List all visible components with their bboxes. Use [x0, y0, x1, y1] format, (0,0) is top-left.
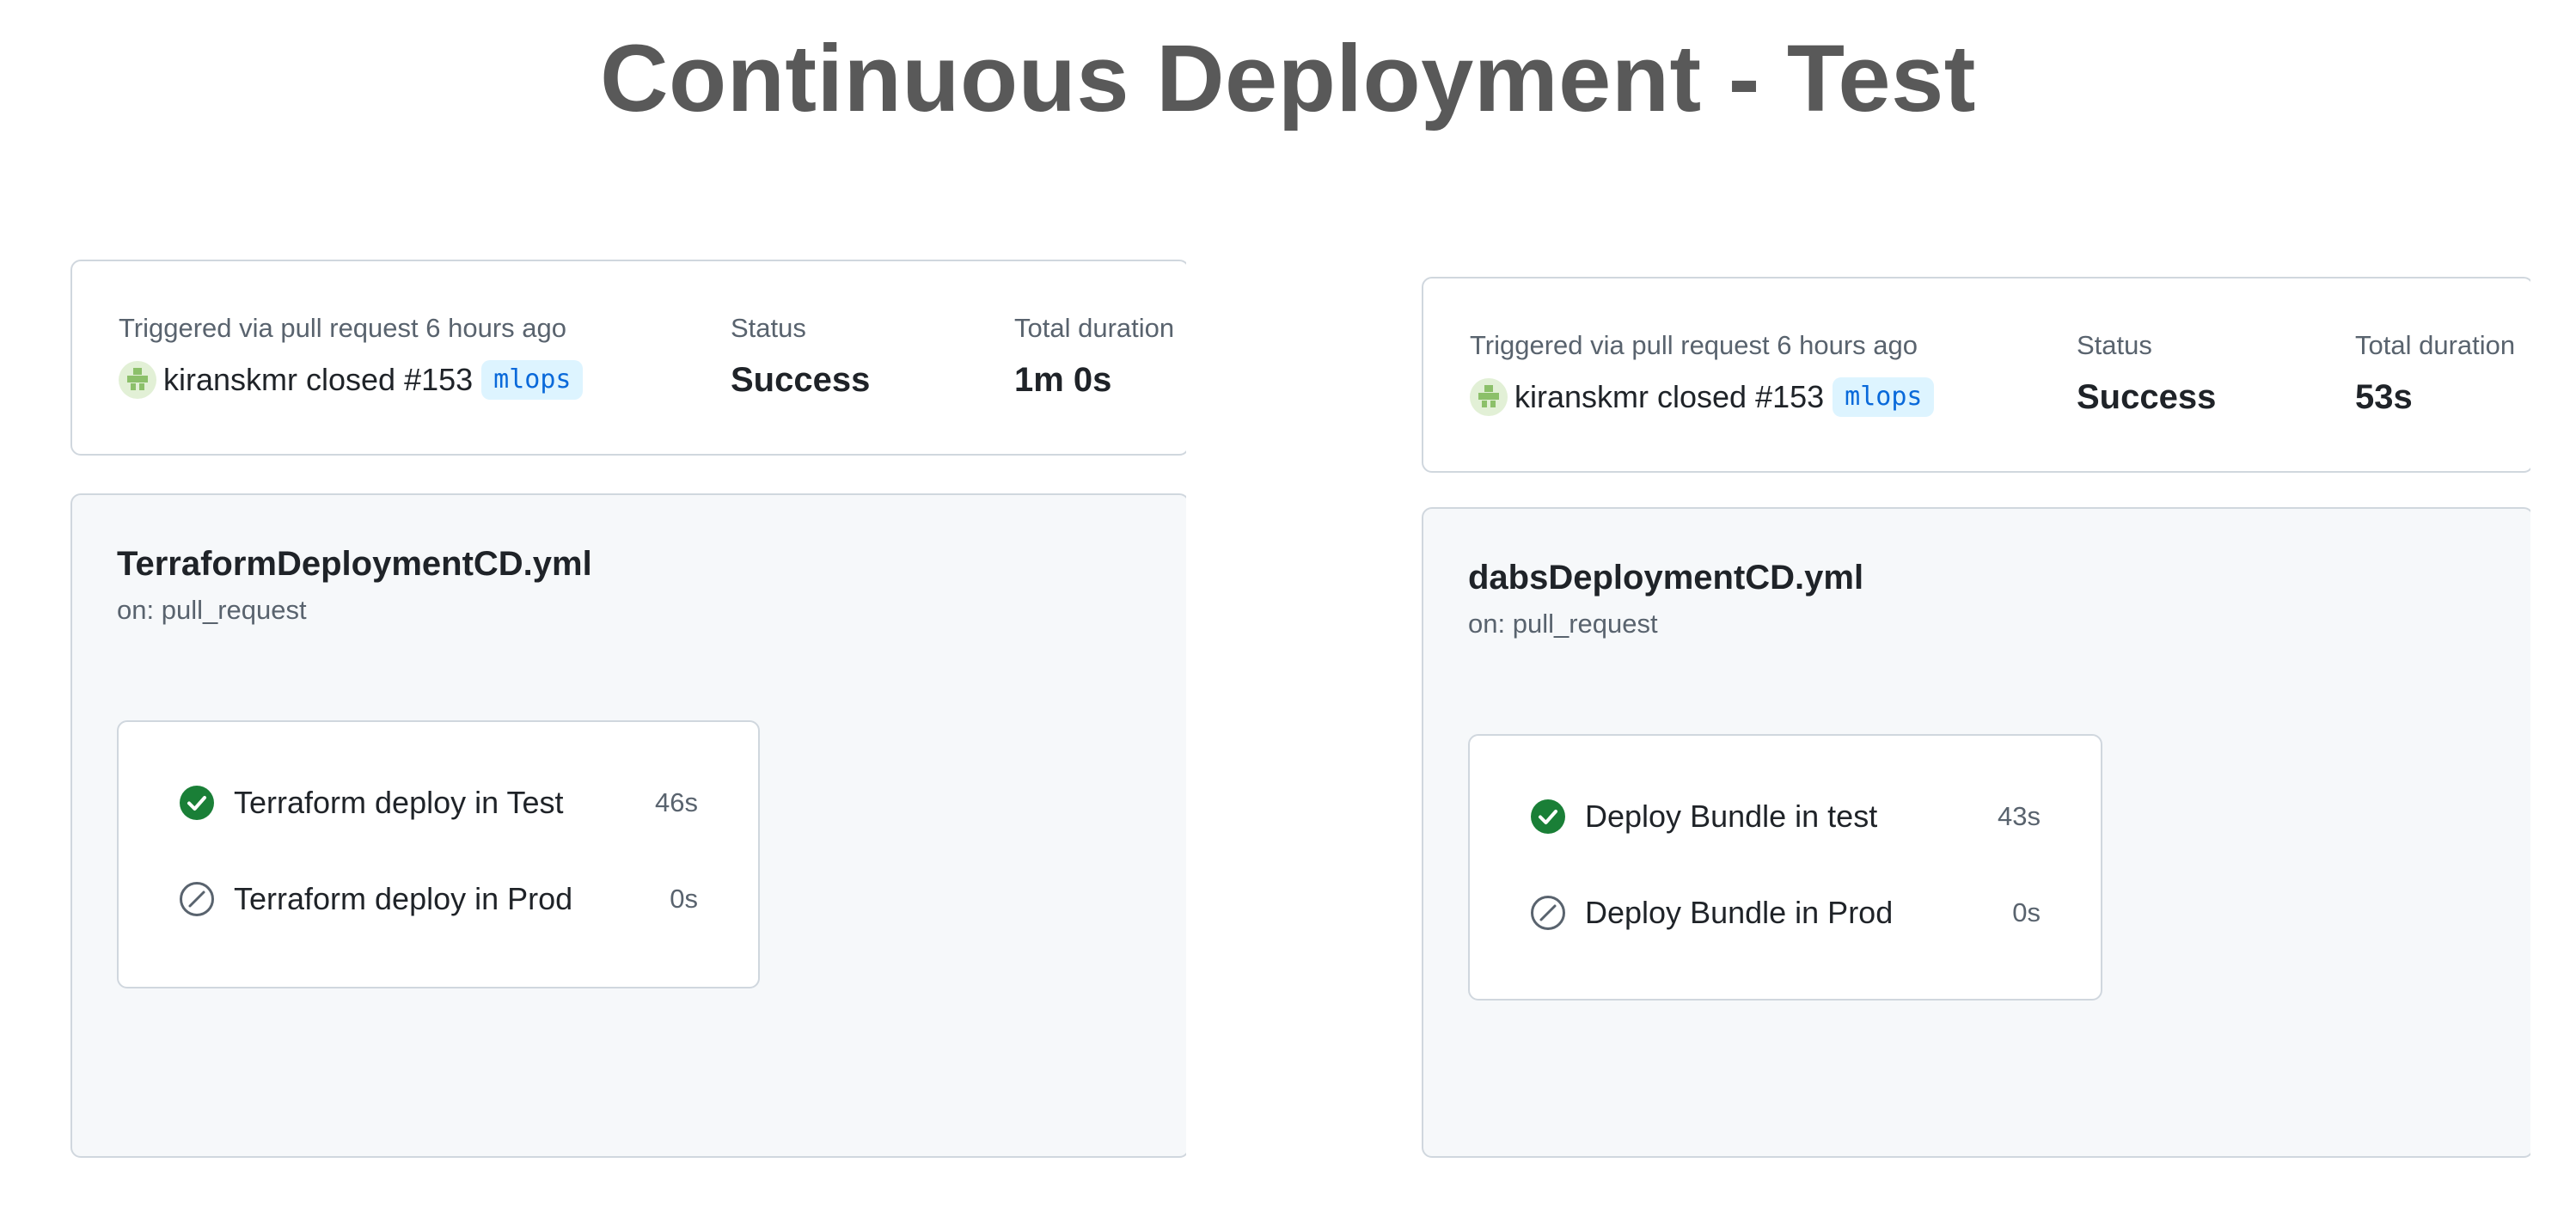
check-circle-icon	[180, 786, 214, 820]
actor-link[interactable]: kiranskmr closed #153	[163, 362, 473, 398]
run-summary: Triggered via pull request 6 hours ago k…	[70, 260, 1186, 456]
status-value: Success	[2077, 378, 2217, 416]
workflow-name[interactable]: TerraformDeploymentCD.yml	[117, 545, 592, 584]
workflow-trigger: on: pull_request	[1468, 609, 1658, 639]
workflow-graph: dabsDeploymentCD.yml on: pull_request De…	[1422, 507, 2530, 1158]
run-panel-terraform: Triggered via pull request 6 hours ago k…	[70, 260, 1186, 1158]
identicon-icon	[1478, 385, 1499, 407]
avatar[interactable]	[1470, 378, 1508, 416]
job-item[interactable]: Terraform deploy in Test 46s	[179, 779, 698, 827]
job-duration: 43s	[1998, 801, 2041, 831]
skipped-icon	[1531, 896, 1565, 930]
status-column: Status Success	[2077, 327, 2216, 423]
job-name: Terraform deploy in Test	[234, 785, 564, 820]
trigger-column: Triggered via pull request 6 hours ago k…	[119, 309, 584, 406]
skipped-icon	[180, 882, 214, 916]
workflow-graph: TerraformDeploymentCD.yml on: pull_reque…	[70, 493, 1186, 1158]
job-item[interactable]: Terraform deploy in Prod 0s	[179, 875, 698, 923]
status-label: Status	[2077, 330, 2152, 360]
triggered-label: Triggered via pull request 6 hours ago	[119, 313, 566, 343]
duration-column: Total duration 53s	[2355, 327, 2515, 423]
job-name: Deploy Bundle in Prod	[1585, 895, 1894, 930]
duration-value: 1m 0s	[1014, 361, 1112, 399]
check-circle-icon	[1531, 799, 1565, 834]
job-name: Deploy Bundle in test	[1585, 799, 1878, 834]
job-group: Deploy Bundle in test 43s Deploy Bundle …	[1468, 734, 2102, 1001]
job-item[interactable]: Deploy Bundle in test 43s	[1530, 793, 2041, 841]
workflow-name[interactable]: dabsDeploymentCD.yml	[1468, 559, 1863, 597]
branch-badge[interactable]: mlops	[1833, 377, 1935, 417]
run-summary: Triggered via pull request 6 hours ago k…	[1422, 277, 2530, 473]
workflow-trigger: on: pull_request	[117, 595, 307, 625]
identicon-icon	[127, 368, 148, 390]
job-duration: 0s	[670, 884, 698, 914]
triggered-label: Triggered via pull request 6 hours ago	[1470, 330, 1918, 360]
run-panel-dabs: Triggered via pull request 6 hours ago k…	[1422, 277, 2530, 1158]
status-column: Status Success	[731, 309, 870, 406]
status-label: Status	[731, 313, 806, 343]
branch-badge[interactable]: mlops	[481, 360, 584, 400]
status-value: Success	[731, 361, 871, 399]
duration-label: Total duration	[1014, 313, 1175, 343]
duration-column: Total duration 1m 0s	[1014, 309, 1174, 406]
job-group: Terraform deploy in Test 46s Terraform d…	[117, 720, 760, 988]
duration-value: 53s	[2355, 378, 2413, 416]
trigger-column: Triggered via pull request 6 hours ago k…	[1470, 327, 1935, 423]
job-item[interactable]: Deploy Bundle in Prod 0s	[1530, 889, 2041, 937]
job-duration: 0s	[2012, 897, 2041, 927]
actor-link[interactable]: kiranskmr closed #153	[1514, 379, 1824, 415]
job-duration: 46s	[655, 787, 698, 817]
duration-label: Total duration	[2355, 330, 2516, 360]
page-title: Continuous Deployment - Test	[600, 26, 1976, 132]
avatar[interactable]	[119, 361, 156, 399]
job-name: Terraform deploy in Prod	[234, 881, 573, 916]
